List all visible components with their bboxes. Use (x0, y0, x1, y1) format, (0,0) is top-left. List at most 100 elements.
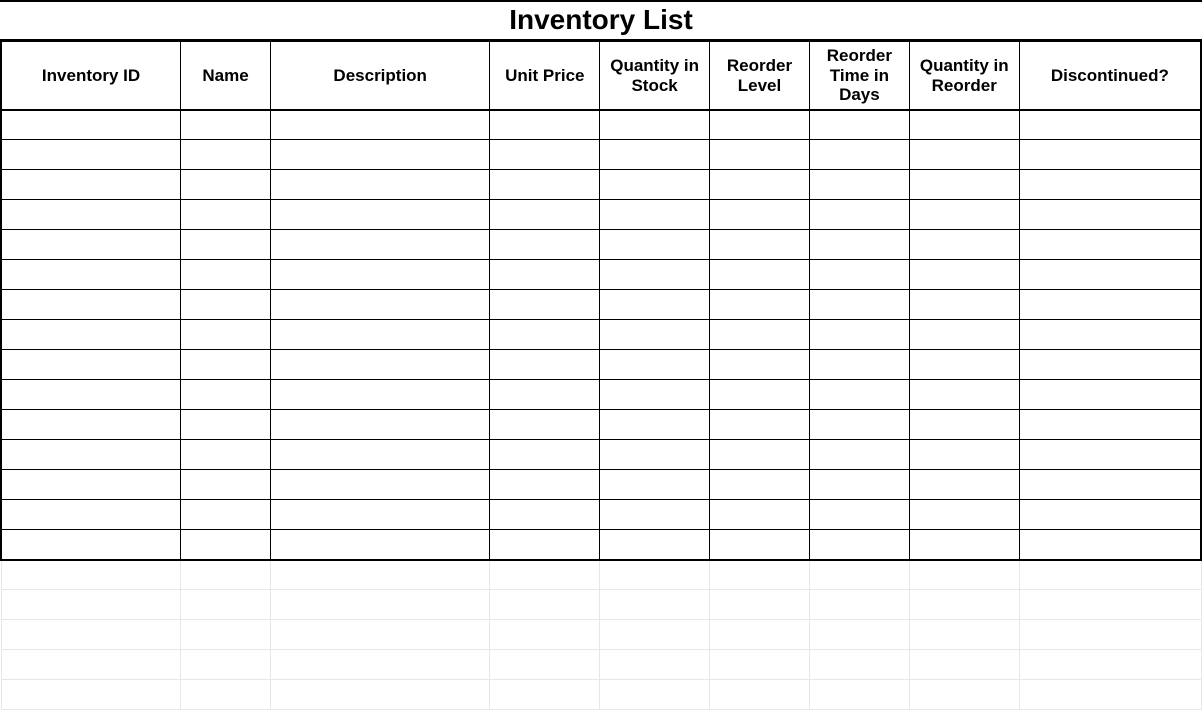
cell[interactable] (270, 170, 490, 200)
cell[interactable] (270, 650, 490, 680)
cell[interactable] (710, 680, 810, 710)
cell[interactable] (181, 590, 271, 620)
cell[interactable] (710, 560, 810, 590)
cell[interactable] (909, 440, 1019, 470)
cell[interactable] (710, 470, 810, 500)
cell[interactable] (181, 620, 271, 650)
cell[interactable] (710, 410, 810, 440)
cell[interactable] (809, 590, 909, 620)
cell[interactable] (909, 110, 1019, 140)
cell[interactable] (270, 290, 490, 320)
cell[interactable] (270, 500, 490, 530)
cell[interactable] (909, 170, 1019, 200)
cell[interactable] (600, 140, 710, 170)
cell[interactable] (909, 380, 1019, 410)
cell[interactable] (710, 620, 810, 650)
cell[interactable] (1019, 410, 1201, 440)
cell[interactable] (490, 440, 600, 470)
cell[interactable] (600, 230, 710, 260)
cell[interactable] (1, 560, 181, 590)
cell[interactable] (1019, 650, 1201, 680)
cell[interactable] (600, 500, 710, 530)
cell[interactable] (710, 380, 810, 410)
cell[interactable] (270, 320, 490, 350)
cell[interactable] (600, 590, 710, 620)
cell[interactable] (270, 350, 490, 380)
cell[interactable] (909, 350, 1019, 380)
cell[interactable] (270, 440, 490, 470)
cell[interactable] (490, 560, 600, 590)
cell[interactable] (600, 380, 710, 410)
cell[interactable] (710, 170, 810, 200)
cell[interactable] (600, 470, 710, 500)
cell[interactable] (181, 440, 271, 470)
cell[interactable] (710, 140, 810, 170)
cell[interactable] (710, 500, 810, 530)
cell[interactable] (909, 260, 1019, 290)
cell[interactable] (1019, 590, 1201, 620)
cell[interactable] (1, 650, 181, 680)
cell[interactable] (270, 260, 490, 290)
cell[interactable] (1, 110, 181, 140)
cell[interactable] (1019, 530, 1201, 560)
cell[interactable] (270, 140, 490, 170)
cell[interactable] (490, 140, 600, 170)
cell[interactable] (181, 200, 271, 230)
cell[interactable] (809, 560, 909, 590)
cell[interactable] (809, 680, 909, 710)
cell[interactable] (909, 680, 1019, 710)
cell[interactable] (490, 350, 600, 380)
cell[interactable] (181, 650, 271, 680)
cell[interactable] (181, 260, 271, 290)
cell[interactable] (909, 200, 1019, 230)
cell[interactable] (1019, 230, 1201, 260)
cell[interactable] (490, 620, 600, 650)
cell[interactable] (270, 620, 490, 650)
cell[interactable] (1019, 440, 1201, 470)
cell[interactable] (1019, 140, 1201, 170)
cell[interactable] (490, 650, 600, 680)
cell[interactable] (710, 290, 810, 320)
cell[interactable] (1, 170, 181, 200)
cell[interactable] (1019, 560, 1201, 590)
cell[interactable] (1, 260, 181, 290)
cell[interactable] (181, 140, 271, 170)
cell[interactable] (181, 380, 271, 410)
cell[interactable] (809, 500, 909, 530)
cell[interactable] (1, 470, 181, 500)
cell[interactable] (600, 260, 710, 290)
cell[interactable] (181, 560, 271, 590)
cell[interactable] (710, 230, 810, 260)
cell[interactable] (809, 620, 909, 650)
cell[interactable] (181, 350, 271, 380)
cell[interactable] (909, 500, 1019, 530)
cell[interactable] (181, 320, 271, 350)
cell[interactable] (181, 470, 271, 500)
cell[interactable] (909, 530, 1019, 560)
cell[interactable] (909, 320, 1019, 350)
cell[interactable] (1019, 110, 1201, 140)
cell[interactable] (490, 230, 600, 260)
cell[interactable] (1, 320, 181, 350)
cell[interactable] (1, 590, 181, 620)
cell[interactable] (490, 170, 600, 200)
cell[interactable] (490, 470, 600, 500)
cell[interactable] (1019, 620, 1201, 650)
cell[interactable] (1, 230, 181, 260)
cell[interactable] (490, 200, 600, 230)
cell[interactable] (909, 650, 1019, 680)
cell[interactable] (490, 110, 600, 140)
cell[interactable] (490, 590, 600, 620)
cell[interactable] (490, 320, 600, 350)
cell[interactable] (270, 380, 490, 410)
cell[interactable] (490, 500, 600, 530)
cell[interactable] (270, 590, 490, 620)
cell[interactable] (809, 320, 909, 350)
cell[interactable] (710, 440, 810, 470)
cell[interactable] (490, 680, 600, 710)
cell[interactable] (809, 350, 909, 380)
cell[interactable] (490, 380, 600, 410)
cell[interactable] (909, 470, 1019, 500)
cell[interactable] (1, 680, 181, 710)
cell[interactable] (710, 350, 810, 380)
